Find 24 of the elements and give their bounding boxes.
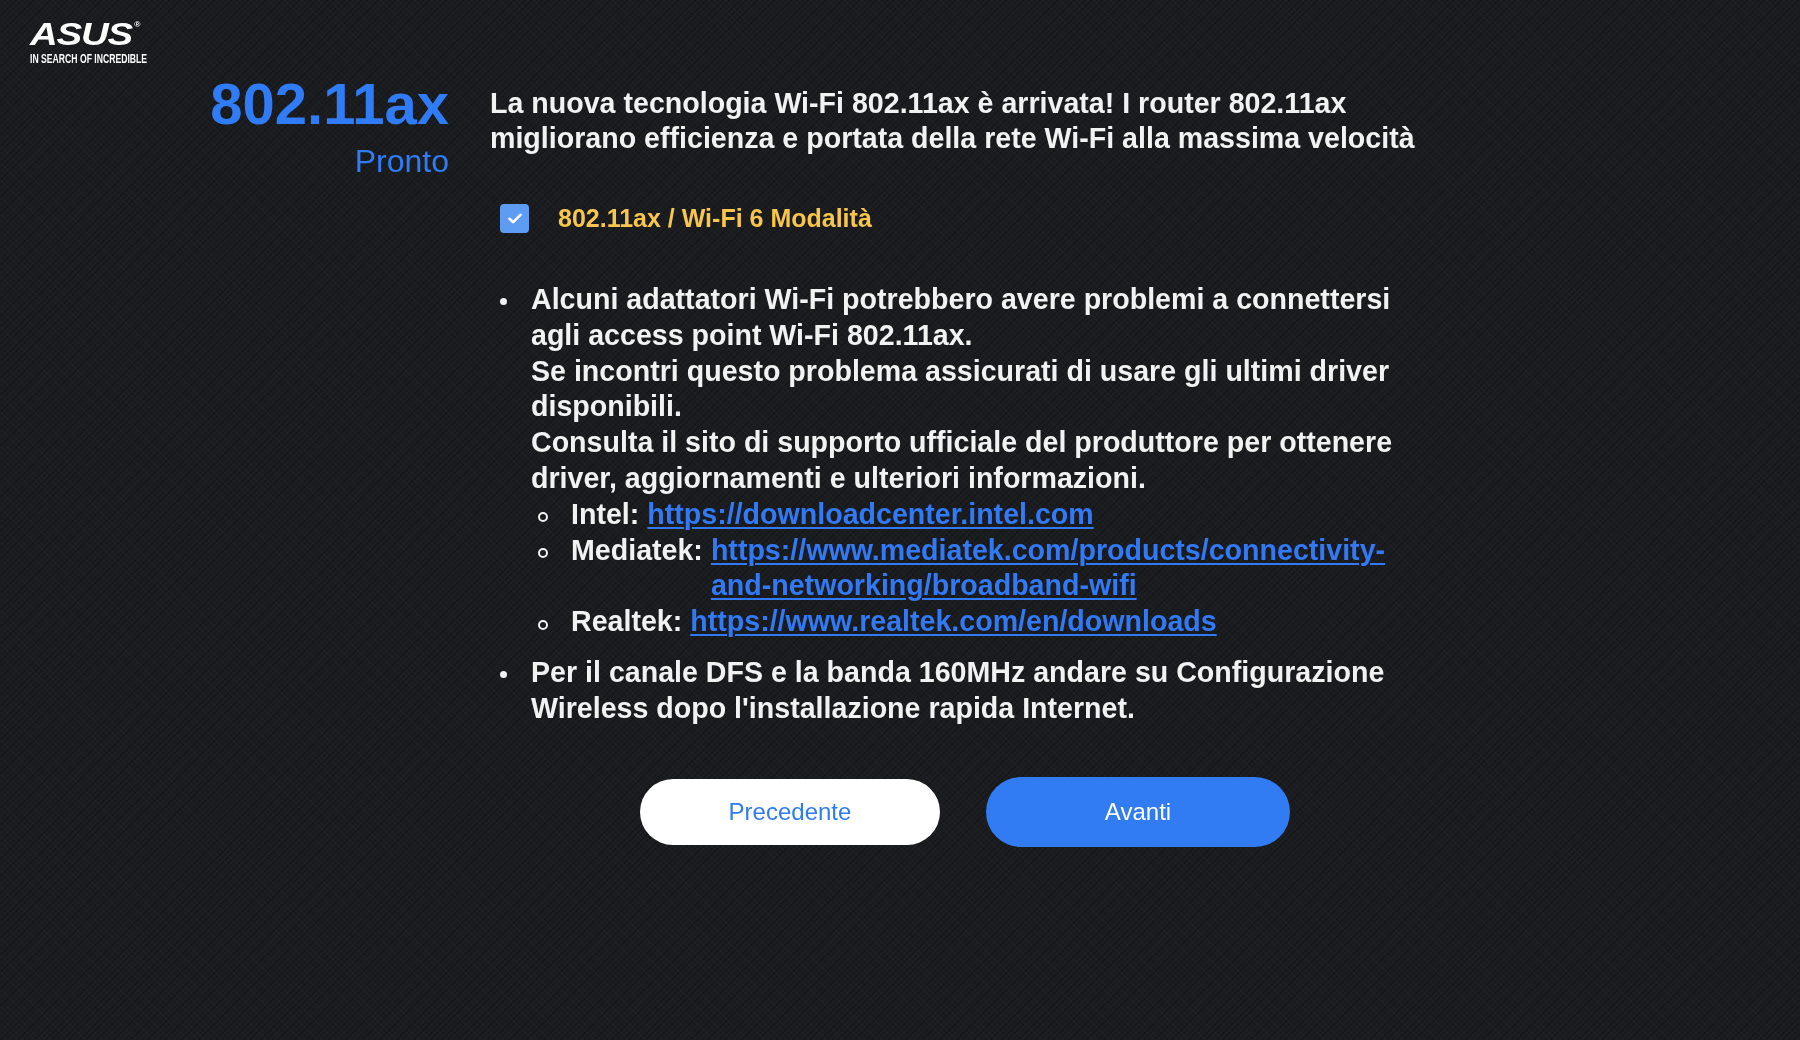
page-subtitle: Pronto bbox=[354, 145, 449, 177]
vendor-label: Realtek: bbox=[571, 604, 683, 640]
circle-bullet-icon bbox=[538, 619, 548, 630]
next-button[interactable]: Avanti bbox=[986, 776, 1290, 847]
driver-link[interactable]: https://downloadcenter.intel.com bbox=[647, 496, 1094, 533]
circle-bullet-icon bbox=[538, 512, 548, 523]
checkbox-label[interactable]: 802.11ax / Wi-Fi 6 Modalità bbox=[558, 204, 872, 233]
logo-tagline: IN SEARCH OF INCREDIBLE bbox=[30, 53, 148, 65]
bullet-icon bbox=[500, 670, 507, 678]
driver-link[interactable]: https://www.realtek.com/en/downloads bbox=[690, 604, 1217, 640]
page-title: 802.11ax bbox=[210, 75, 449, 133]
bullet-icon bbox=[500, 298, 507, 305]
note-text: Consulta il sito di supporto ufficiale del produttore per ottenere driver, aggiornamenti e ulteriori informazioni. bbox=[531, 425, 1394, 496]
vendor-label: Intel: bbox=[571, 496, 640, 532]
description-text: La nuova tecnologia Wi-Fi 802.11ax è arrivata! I router 802.11ax migliorano efficienza e portata della rete Wi-Fi alla massima velocità bbox=[490, 86, 1416, 156]
checkbox[interactable] bbox=[500, 204, 529, 233]
circle-bullet-icon bbox=[538, 547, 548, 558]
check-icon bbox=[507, 213, 522, 224]
previous-button[interactable]: Precedente bbox=[640, 778, 940, 845]
logo-wordmark: ASUS$^{®}$ bbox=[30, 21, 140, 47]
vendor-label: Mediatek: bbox=[571, 532, 703, 568]
note-text: Se incontri questo problema assicurati di usare gli ultimi driver disponibili. bbox=[531, 353, 1391, 425]
note-text: Per il canale DFS e la banda 160MHz andare su Configurazione Wireless dopo l'installazione rapida Internet. bbox=[531, 654, 1386, 726]
note-text: Alcuni adattatori Wi-Fi potrebbero avere problemi a connettersi agli access point Wi-Fi 802.11ax. bbox=[531, 282, 1392, 353]
